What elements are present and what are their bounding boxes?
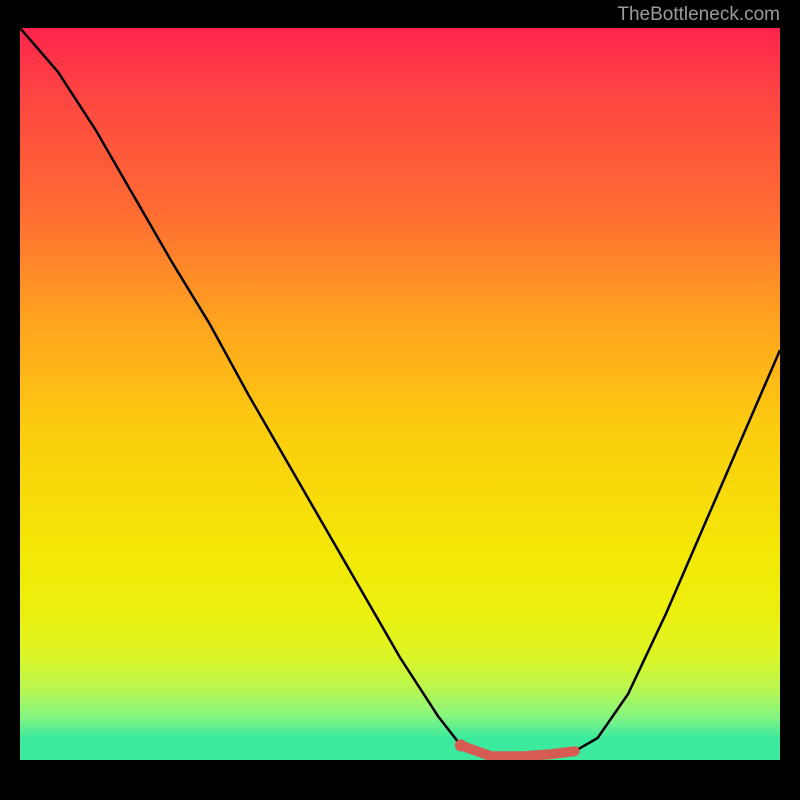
bottleneck-curve-plot — [20, 28, 780, 760]
optimal-range-marker — [461, 745, 575, 756]
attribution-text: TheBottleneck.com — [617, 4, 780, 26]
bottleneck-curve — [20, 28, 780, 756]
chart-container — [20, 0, 780, 760]
optimal-point-dot — [455, 739, 467, 751]
